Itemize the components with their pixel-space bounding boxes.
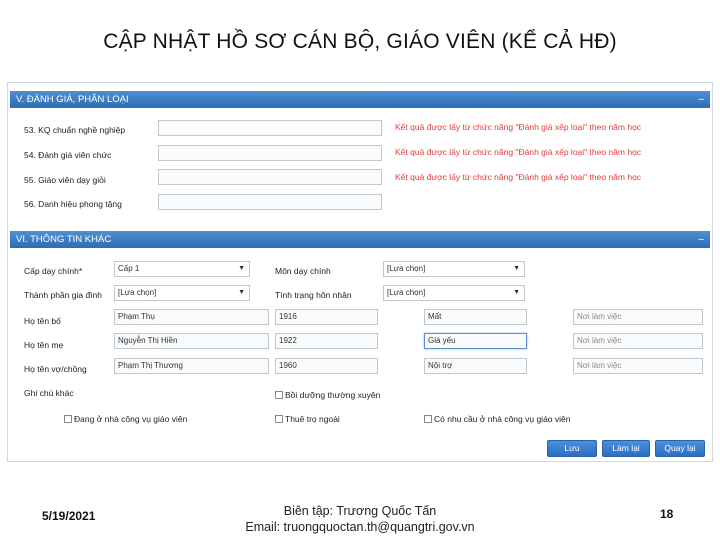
dropdown-arrow-icon: ▼ <box>238 289 245 296</box>
footer-email: Email: truongquoctan.th@quangtri.gov.vn <box>245 520 475 534</box>
field-label: Họ tên mẹ <box>24 340 64 350</box>
spouse-name-input[interactable]: Phạm Thị Thương <box>114 358 269 374</box>
checkbox-label: Đang ở nhà công vụ giáo viên <box>74 414 188 424</box>
mother-status-input[interactable]: Già yếu <box>424 333 527 349</box>
field-label: 55. Giáo viên dạy giỏi <box>24 175 106 185</box>
field-label: Ghi chú khác <box>24 388 74 398</box>
good-teacher-input[interactable] <box>158 169 382 185</box>
select-value: [Lựa chọn] <box>118 288 157 297</box>
field-label: 56. Danh hiệu phong tặng <box>24 199 122 209</box>
public-house-checkbox[interactable]: Đang ở nhà công vụ giáo viên <box>64 414 187 424</box>
award-title-input[interactable] <box>158 194 382 210</box>
main-subject-select[interactable]: [Lựa chọn] ▼ <box>383 261 525 277</box>
checkbox-label: Bồi dưỡng thường xuyên <box>285 390 381 400</box>
professional-standard-input[interactable] <box>158 120 382 136</box>
checkbox-icon[interactable] <box>64 415 72 423</box>
dropdown-arrow-icon: ▼ <box>513 265 520 272</box>
checkbox-label: Thuê trọ ngoài <box>285 414 340 424</box>
father-status-input[interactable]: Mất <box>424 309 527 325</box>
father-year-input[interactable]: 1916 <box>275 309 378 325</box>
field-label: Môn dạy chính <box>275 266 331 276</box>
field-label: Tình trạng hôn nhân <box>275 290 352 300</box>
collapse-icon[interactable]: – <box>698 231 704 248</box>
select-value: [Lựa chọn] <box>387 264 426 273</box>
field-note: Kết quả được lấy từ chức năng "Đánh giá … <box>395 172 642 182</box>
staff-evaluation-input[interactable] <box>158 145 382 161</box>
field-label: Họ tên vợ/chồng <box>24 364 87 374</box>
mother-workplace-input[interactable]: Nơi làm việc <box>573 333 703 349</box>
mother-name-input[interactable]: Nguyễn Thị Hiền <box>114 333 269 349</box>
section-header-other-info[interactable]: VI. THÔNG TIN KHÁC – <box>10 231 710 248</box>
select-value: [Lựa chọn] <box>387 288 426 297</box>
training-checkbox[interactable]: Bồi dưỡng thường xuyên <box>275 390 380 400</box>
field-label: 54. Đánh giá viên chức <box>24 150 112 160</box>
mother-year-input[interactable]: 1922 <box>275 333 378 349</box>
field-label: Cấp dạy chính* <box>24 266 83 276</box>
reset-button[interactable]: Làm lại <box>602 440 650 457</box>
father-workplace-input[interactable]: Nơi làm việc <box>573 309 703 325</box>
spouse-year-input[interactable]: 1960 <box>275 358 378 374</box>
field-note: Kết quả được lấy từ chức năng "Đánh giá … <box>395 122 642 132</box>
collapse-icon[interactable]: – <box>698 91 704 108</box>
checkbox-icon[interactable] <box>424 415 432 423</box>
section-header-evaluation[interactable]: V. ĐÁNH GIÁ, PHÂN LOẠI – <box>10 91 710 108</box>
field-note: Kết quả được lấy từ chức năng "Đánh giá … <box>395 147 642 157</box>
main-level-select[interactable]: Cấp 1 ▼ <box>114 261 250 277</box>
checkbox-icon[interactable] <box>275 415 283 423</box>
section-title: VI. THÔNG TIN KHÁC <box>16 234 112 245</box>
spouse-workplace-input[interactable]: Nơi làm việc <box>573 358 703 374</box>
profile-form: V. ĐÁNH GIÁ, PHÂN LOẠI – 53. KQ chuẩn ng… <box>7 82 713 462</box>
field-label: Họ tên bố <box>24 316 61 326</box>
dropdown-arrow-icon: ▼ <box>238 265 245 272</box>
rent-checkbox[interactable]: Thuê trọ ngoài <box>275 414 340 424</box>
section-title: V. ĐÁNH GIÁ, PHÂN LOẠI <box>16 94 129 105</box>
field-label: 53. KQ chuẩn nghề nghiệp <box>24 125 126 135</box>
marital-status-select[interactable]: [Lựa chọn] ▼ <box>383 285 525 301</box>
checkbox-label: Có nhu cầu ở nhà công vụ giáo viên <box>434 414 571 424</box>
need-house-checkbox[interactable]: Có nhu cầu ở nhà công vụ giáo viên <box>424 414 570 424</box>
save-button[interactable]: Lưu <box>547 440 597 457</box>
back-button[interactable]: Quay lại <box>655 440 705 457</box>
page-title: CẬP NHẬT HỒ SƠ CÁN BỘ, GIÁO VIÊN (KỂ CẢ … <box>103 30 617 53</box>
father-name-input[interactable]: Phạm Thụ <box>114 309 269 325</box>
select-value: Cấp 1 <box>118 264 140 273</box>
spouse-status-input[interactable]: Nội trợ <box>424 358 527 374</box>
footer-editor: Biên tập: Trương Quốc Tấn <box>283 504 437 518</box>
field-label: Thành phần gia đình <box>24 290 102 300</box>
dropdown-arrow-icon: ▼ <box>513 289 520 296</box>
family-background-select[interactable]: [Lựa chọn] ▼ <box>114 285 250 301</box>
checkbox-icon[interactable] <box>275 391 283 399</box>
page-number: 18 <box>660 507 674 521</box>
footer-date: 5/19/2021 <box>42 509 96 523</box>
